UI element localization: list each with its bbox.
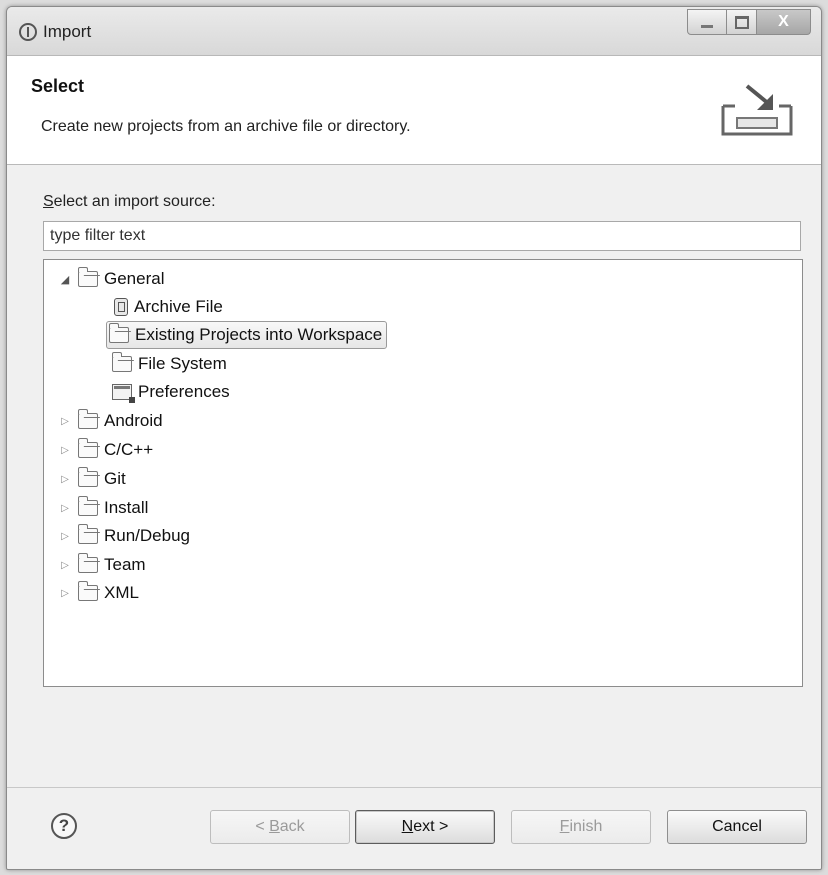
collapsed-arrow-icon[interactable]: ▷ (58, 560, 72, 571)
tree-node-android[interactable]: ▷ Android (58, 408, 163, 434)
finish-mnemonic: F (559, 818, 570, 835)
finish-button[interactable]: Finish (511, 810, 651, 844)
tree-node-cpp[interactable]: ▷ C/C++ (58, 437, 153, 463)
folder-icon (112, 352, 132, 372)
preferences-icon (112, 384, 135, 403)
tree-node-label: XML (104, 583, 139, 602)
help-icon[interactable]: ? (51, 813, 77, 839)
wizard-header: Select Create new projects from an archi… (7, 56, 821, 165)
filter-input[interactable] (43, 221, 801, 251)
expanded-arrow-icon[interactable]: ◢ (58, 273, 72, 286)
source-label-text: elect an import source: (53, 193, 216, 210)
next-button[interactable]: Next > (355, 810, 495, 844)
collapsed-arrow-icon[interactable]: ▷ (58, 445, 72, 456)
back-prefix: < (255, 818, 270, 835)
tree-node-label: Android (104, 411, 163, 430)
tree-node-run-debug[interactable]: ▷ Run/Debug (58, 523, 190, 549)
tree-node-label: Git (104, 469, 126, 488)
folder-icon (78, 581, 98, 601)
back-label-rest: ack (279, 818, 305, 835)
tree-node-label: Run/Debug (104, 526, 191, 545)
import-source-label: Select an import source: (43, 193, 216, 211)
eclipse-app-icon (19, 23, 37, 41)
footer-divider (7, 787, 821, 788)
tree-item-label: File System (138, 354, 227, 373)
tree-node-git[interactable]: ▷ Git (58, 466, 126, 492)
wizard-body: Select an import source: ◢ General Archi… (7, 165, 821, 765)
cancel-label: Cancel (712, 818, 762, 835)
window-controls: X (687, 9, 811, 37)
tree-item-label: Preferences (138, 382, 230, 401)
minimize-icon (701, 24, 713, 28)
tree-node-team[interactable]: ▷ Team (58, 552, 146, 578)
maximize-button[interactable] (727, 9, 757, 35)
close-icon: X (778, 13, 789, 30)
mnemonic-s: S (43, 193, 54, 210)
folder-icon (78, 409, 98, 429)
tree-node-label: C/C++ (104, 440, 154, 459)
tree-item-archive-file[interactable]: Archive File (114, 294, 223, 320)
collapsed-arrow-icon[interactable]: ▷ (58, 474, 72, 485)
back-mnemonic: B (269, 818, 280, 835)
collapsed-arrow-icon[interactable]: ▷ (58, 531, 72, 542)
import-dialog: Import X Select Create new projects from… (6, 6, 822, 870)
finish-label-rest: inish (569, 818, 603, 835)
tree-item-label: Existing Projects into Workspace (135, 325, 383, 344)
selected-item-highlight[interactable]: Existing Projects into Workspace (106, 321, 388, 349)
tree-node-xml[interactable]: ▷ XML (58, 580, 139, 606)
minimize-button[interactable] (687, 9, 727, 35)
import-wizard-icon (721, 84, 793, 136)
tree-item-preferences[interactable]: Preferences (112, 379, 230, 405)
tree-node-label: Team (104, 555, 146, 574)
folder-icon (109, 323, 129, 343)
tree-node-label: Install (104, 498, 149, 517)
tree-item-file-system[interactable]: File System (112, 351, 227, 377)
import-source-tree[interactable]: ◢ General Archive File Existing Projects… (43, 259, 803, 687)
tree-node-general[interactable]: ◢ General (58, 266, 164, 292)
folder-icon (78, 267, 98, 287)
back-button[interactable]: < Back (210, 810, 350, 844)
cancel-button[interactable]: Cancel (667, 810, 807, 844)
tree-node-label: General (104, 269, 165, 288)
folder-icon (78, 524, 98, 544)
collapsed-arrow-icon[interactable]: ▷ (58, 588, 72, 599)
next-label-rest: ext > (413, 818, 449, 835)
maximize-icon (734, 15, 749, 29)
collapsed-arrow-icon[interactable]: ▷ (58, 416, 72, 427)
page-description: Create new projects from an archive file… (41, 118, 411, 135)
folder-icon (78, 553, 98, 573)
close-button[interactable]: X (757, 9, 811, 35)
title-bar[interactable]: Import X (7, 7, 821, 56)
page-title: Select (31, 76, 85, 96)
tree-item-existing-projects[interactable]: Existing Projects into Workspace (106, 321, 388, 349)
window-title: Import (43, 22, 92, 41)
tree-item-label: Archive File (134, 297, 223, 316)
folder-icon (78, 438, 98, 458)
tree-node-install[interactable]: ▷ Install (58, 495, 148, 521)
folder-icon (78, 496, 98, 516)
archive-icon (114, 298, 128, 316)
folder-icon (78, 467, 98, 487)
next-mnemonic: N (401, 818, 414, 835)
collapsed-arrow-icon[interactable]: ▷ (58, 503, 72, 514)
